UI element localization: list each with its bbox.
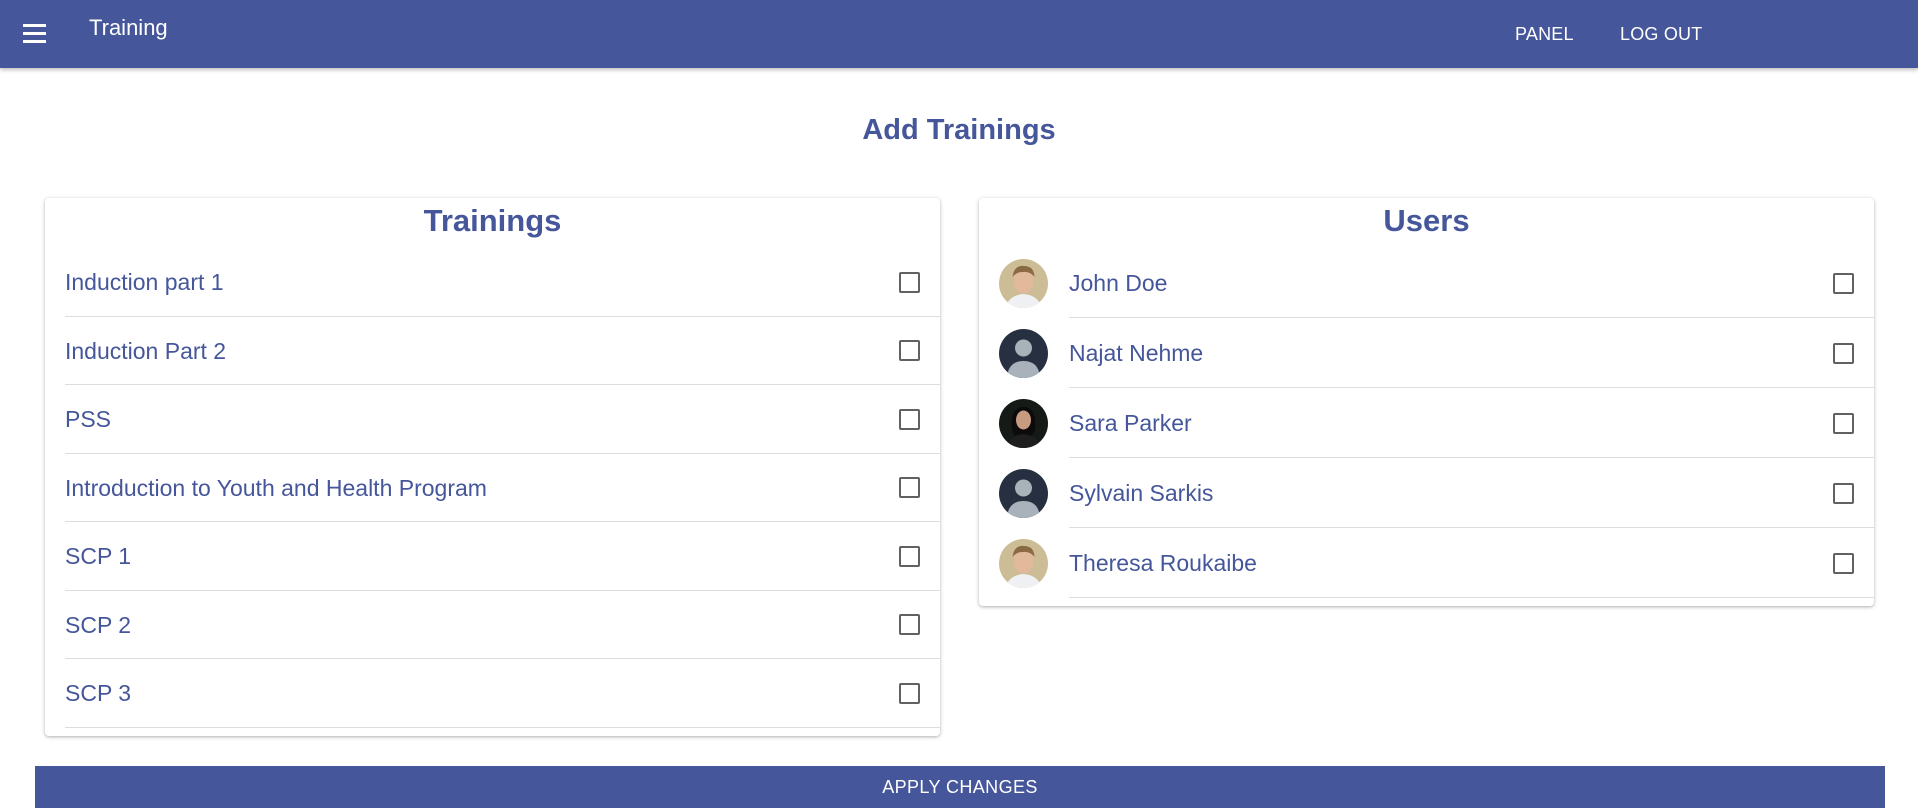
training-item[interactable]: Introduction to Youth and Health Program bbox=[45, 454, 940, 523]
user-checkbox[interactable] bbox=[1833, 482, 1854, 504]
user-name: John Doe bbox=[1069, 270, 1168, 296]
training-item[interactable]: Induction part 1 bbox=[45, 248, 940, 317]
users-list: John Doe Najat Nehme Sara Parker Sylvain… bbox=[979, 248, 1874, 598]
user-name: Theresa Roukaibe bbox=[1069, 550, 1257, 576]
trainings-list: Induction part 1 Induction Part 2 PSS In… bbox=[45, 248, 940, 728]
photo-avatar-icon bbox=[999, 398, 1048, 448]
training-label: Introduction to Youth and Health Program bbox=[65, 474, 487, 501]
training-checkbox[interactable] bbox=[899, 271, 920, 293]
photo-avatar-icon bbox=[999, 538, 1048, 588]
training-item[interactable]: SCP 1 bbox=[45, 522, 940, 591]
trainings-title: Trainings bbox=[423, 203, 562, 238]
training-checkbox[interactable] bbox=[899, 545, 920, 567]
training-label: PSS bbox=[65, 406, 112, 433]
apply-changes-button[interactable]: APPLY CHANGES bbox=[35, 766, 1885, 808]
training-label: SCP 1 bbox=[65, 543, 132, 570]
users-title: Users bbox=[1383, 203, 1470, 238]
user-item[interactable]: John Doe bbox=[979, 248, 1874, 318]
default-user-avatar-icon bbox=[999, 328, 1048, 378]
app-title: Training bbox=[89, 15, 168, 40]
training-item[interactable]: SCP 3 bbox=[45, 659, 940, 728]
training-label: SCP 3 bbox=[65, 680, 132, 707]
trainings-card: Trainings Induction part 1 Induction Par… bbox=[45, 198, 940, 736]
logout-button[interactable]: LOG OUT bbox=[1620, 23, 1702, 45]
photo-avatar-icon bbox=[999, 258, 1048, 308]
user-checkbox[interactable] bbox=[1833, 552, 1854, 574]
training-item[interactable]: Induction Part 2 bbox=[45, 317, 940, 386]
training-label: Induction Part 2 bbox=[65, 337, 227, 364]
training-checkbox[interactable] bbox=[899, 682, 920, 704]
panel-button[interactable]: PANEL bbox=[1515, 23, 1574, 45]
menu-icon[interactable] bbox=[18, 20, 52, 48]
users-card: Users John Doe Najat Nehme Sara Parker S… bbox=[979, 198, 1874, 606]
app-bar: Training PANEL LOG OUT bbox=[0, 0, 1918, 68]
training-checkbox[interactable] bbox=[899, 408, 920, 430]
user-name: Najat Nehme bbox=[1069, 340, 1204, 366]
training-checkbox[interactable] bbox=[899, 614, 920, 636]
page-title: Add Trainings bbox=[862, 114, 1056, 146]
user-checkbox[interactable] bbox=[1833, 412, 1854, 434]
user-checkbox[interactable] bbox=[1833, 272, 1854, 294]
user-item[interactable]: Sara Parker bbox=[979, 388, 1874, 458]
user-item[interactable]: Theresa Roukaibe bbox=[979, 528, 1874, 598]
default-user-avatar-icon bbox=[999, 468, 1048, 518]
user-item[interactable]: Sylvain Sarkis bbox=[979, 458, 1874, 528]
user-item[interactable]: Najat Nehme bbox=[979, 318, 1874, 388]
training-checkbox[interactable] bbox=[899, 477, 920, 499]
training-item[interactable]: PSS bbox=[45, 385, 940, 454]
training-checkbox[interactable] bbox=[899, 340, 920, 362]
user-checkbox[interactable] bbox=[1833, 342, 1854, 364]
training-item[interactable]: SCP 2 bbox=[45, 591, 940, 660]
training-label: SCP 2 bbox=[65, 611, 132, 638]
user-name: Sara Parker bbox=[1069, 410, 1192, 436]
user-name: Sylvain Sarkis bbox=[1069, 480, 1214, 506]
training-label: Induction part 1 bbox=[65, 269, 224, 296]
